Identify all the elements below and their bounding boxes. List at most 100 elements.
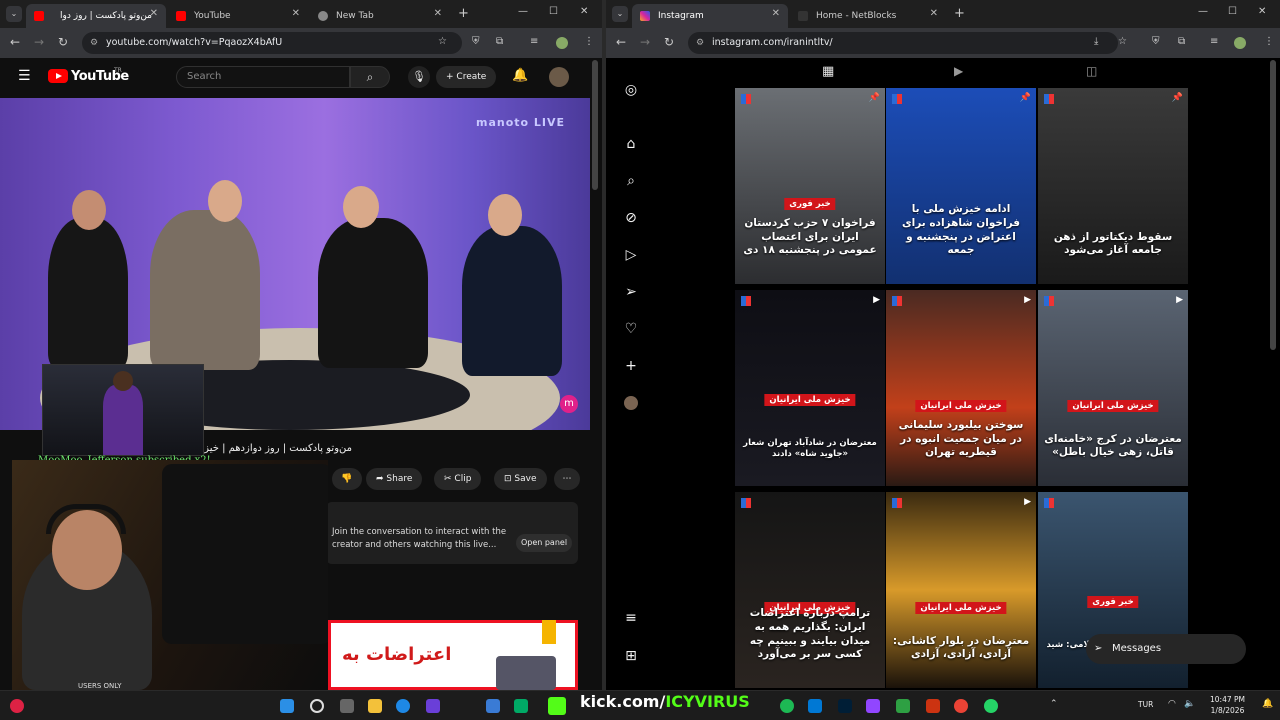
- youtube-logo-icon[interactable]: [48, 69, 68, 83]
- post-tile[interactable]: ▶ خیزش ملی ایرانیان معترضان در کرج «خامنه‌…: [1038, 290, 1188, 486]
- notifications-heart-icon[interactable]: ♡: [622, 321, 640, 337]
- account-avatar[interactable]: [549, 67, 569, 87]
- extensions-icon[interactable]: ⧉: [1178, 36, 1185, 47]
- app-icon[interactable]: [926, 699, 940, 713]
- notification-center-icon[interactable]: 🔔: [1262, 699, 1273, 709]
- obs-icon[interactable]: [866, 699, 880, 713]
- vscode-icon[interactable]: [808, 699, 822, 713]
- whatsapp-icon[interactable]: [984, 699, 998, 713]
- spotify-icon[interactable]: [780, 699, 794, 713]
- photoshop-icon[interactable]: [838, 699, 852, 713]
- post-tile[interactable]: 📌 سقوط دیکتاتور از ذهن جامعه آغاز می‌شود: [1038, 88, 1188, 284]
- create-button[interactable]: + Create: [436, 66, 497, 88]
- search-icon[interactable]: [310, 699, 324, 713]
- tab-netblocks[interactable]: Home - NetBlocks ✕: [790, 4, 946, 28]
- new-tab-icon[interactable]: +: [458, 6, 469, 21]
- app-icon[interactable]: [896, 699, 910, 713]
- chrome-icon[interactable]: [954, 699, 968, 713]
- reload-icon[interactable]: ↻: [58, 35, 68, 49]
- post-tile[interactable]: ▶ خیزش ملی ایرانیان سوختن بیلبورد سلیمانی …: [886, 290, 1036, 486]
- app-icon[interactable]: [514, 699, 528, 713]
- voice-search-icon[interactable]: 🎙: [408, 66, 430, 88]
- post-tile[interactable]: 📌 ادامه خیزش ملی با فراخوان شاهزاده برای …: [886, 88, 1036, 284]
- address-bar[interactable]: ⚙ youtube.com/watch?v=PqaozX4bAfU: [82, 32, 462, 54]
- create-post-icon[interactable]: +: [622, 358, 640, 374]
- back-icon[interactable]: ←: [616, 35, 626, 49]
- clip-button[interactable]: ✂ Clip: [434, 468, 482, 490]
- minimize-icon[interactable]: —: [1198, 6, 1208, 17]
- file-explorer-icon[interactable]: [368, 699, 382, 713]
- tab-posts-grid-icon[interactable]: ▦: [822, 64, 834, 79]
- store-icon[interactable]: [486, 699, 500, 713]
- close-tab-icon[interactable]: ✕: [292, 8, 300, 19]
- close-tab-icon[interactable]: ✕: [772, 8, 780, 19]
- post-tile[interactable]: ▶ خیزش ملی ایرانیان معترضان در شادآباد تهر…: [735, 290, 885, 486]
- tab-youtube[interactable]: YouTube ✕: [168, 4, 308, 28]
- address-bar[interactable]: ⚙ instagram.com/iranintltv/: [688, 32, 1118, 54]
- tray-overflow-icon[interactable]: ⌃: [1050, 699, 1058, 709]
- post-tile[interactable]: 📌 خبر فوری فراخوان ۷ حزب کردستان ایران برا…: [735, 88, 885, 284]
- also-from-meta-icon[interactable]: ⊞: [622, 648, 640, 664]
- tab-tagged-icon[interactable]: ◫: [1086, 64, 1097, 78]
- post-tile[interactable]: ▶ خیزش ملی ایرانیان معترضان در بلوار کاشان…: [886, 492, 1036, 688]
- start-menu-icon[interactable]: [280, 699, 294, 713]
- share-button[interactable]: ➦ Share: [366, 468, 423, 490]
- edge-icon[interactable]: [396, 699, 410, 713]
- close-tab-icon[interactable]: ✕: [930, 8, 938, 19]
- extensions-icon[interactable]: ⧉: [496, 36, 503, 47]
- bookmark-star-icon[interactable]: ☆: [1118, 36, 1127, 47]
- more-menu-icon[interactable]: ≡: [622, 610, 640, 626]
- tab-search-button[interactable]: ⌄: [6, 6, 22, 22]
- maximize-icon[interactable]: ☐: [549, 6, 558, 17]
- profile-avatar[interactable]: [556, 37, 568, 49]
- forward-icon[interactable]: →: [34, 35, 44, 49]
- tab-search-button[interactable]: ⌄: [612, 6, 628, 22]
- volume-icon[interactable]: 🔈: [1184, 699, 1195, 709]
- input-language[interactable]: TUR: [1138, 700, 1153, 709]
- search-input[interactable]: Search: [176, 66, 350, 88]
- tab-instagram[interactable]: Instagram ✕: [632, 4, 788, 28]
- instagram-logo-icon[interactable]: ◎: [622, 82, 640, 98]
- maximize-icon[interactable]: ☐: [1228, 6, 1237, 17]
- open-panel-button[interactable]: Open panel: [516, 534, 572, 552]
- shield-extension-icon[interactable]: ⛨: [472, 36, 480, 47]
- tab-youtube-video[interactable]: من‌وتو پادکست | روز دوا ✕: [26, 4, 166, 28]
- wifi-icon[interactable]: ◠: [1168, 699, 1176, 709]
- notifications-bell-icon[interactable]: 🔔: [512, 68, 528, 83]
- close-tab-icon[interactable]: ✕: [150, 8, 158, 19]
- bookmark-star-icon[interactable]: ☆: [438, 36, 447, 47]
- dislike-button[interactable]: 👎: [332, 468, 362, 490]
- save-button[interactable]: ⊡ Save: [494, 468, 547, 490]
- install-app-icon[interactable]: ⤓: [1094, 36, 1098, 47]
- more-actions-button[interactable]: ⋯: [554, 468, 580, 490]
- forward-icon[interactable]: →: [640, 35, 650, 49]
- chrome-menu-icon[interactable]: ⋮: [584, 36, 594, 47]
- explore-icon[interactable]: ⊘: [622, 210, 640, 226]
- media-icon[interactable]: ≡: [530, 36, 538, 47]
- close-tab-icon[interactable]: ✕: [434, 8, 442, 19]
- copilot-icon[interactable]: [426, 699, 440, 713]
- reels-icon[interactable]: ▷: [622, 247, 640, 263]
- tab-new-tab[interactable]: New Tab ✕: [310, 4, 450, 28]
- search-button[interactable]: ⌕: [350, 66, 390, 88]
- recommended-thumbnail[interactable]: اعتراضات به: [328, 620, 578, 690]
- minimize-icon[interactable]: —: [518, 6, 528, 17]
- reload-icon[interactable]: ↻: [664, 35, 674, 49]
- direct-messages-icon[interactable]: ➢: [622, 284, 640, 300]
- page-scrollbar[interactable]: [1270, 60, 1276, 350]
- youtube-scrollbar[interactable]: [592, 60, 598, 190]
- site-info-icon[interactable]: ⚙: [90, 32, 98, 54]
- close-window-icon[interactable]: ✕: [580, 6, 588, 17]
- profile-avatar[interactable]: [1234, 37, 1246, 49]
- messages-button[interactable]: ➢ Messages: [1086, 634, 1246, 664]
- back-icon[interactable]: ←: [10, 35, 20, 49]
- weather-widget-icon[interactable]: [10, 699, 24, 713]
- media-icon[interactable]: ≡: [1210, 36, 1218, 47]
- system-clock[interactable]: 10:47 PM 1/8/2026: [1210, 694, 1245, 716]
- home-icon[interactable]: ⌂: [622, 136, 640, 152]
- close-window-icon[interactable]: ✕: [1258, 6, 1266, 17]
- task-view-icon[interactable]: [340, 699, 354, 713]
- tab-reels-icon[interactable]: ▶: [954, 64, 963, 78]
- site-info-icon[interactable]: ⚙: [696, 32, 704, 54]
- chrome-menu-icon[interactable]: ⋮: [1264, 36, 1274, 47]
